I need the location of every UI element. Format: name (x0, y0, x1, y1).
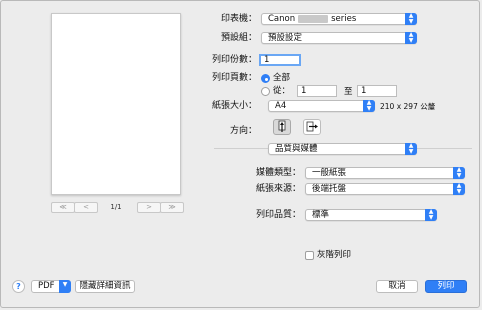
orientation-landscape-button[interactable] (303, 119, 321, 135)
pdf-menu-button[interactable]: PDF ▼ (31, 280, 71, 293)
chevron-updown-icon: ▲ ▼ (405, 32, 417, 44)
paper-size-popup[interactable]: A4 ▲ ▼ (268, 100, 375, 112)
print-quality-label: 列印品質： (255, 210, 301, 220)
presets-value: 預設設定 (268, 33, 303, 43)
orientation-portrait-button[interactable] (273, 119, 291, 135)
printer-popup[interactable]: Canon series ▲ ▼ (261, 13, 417, 25)
presets-label: 預設組： (220, 33, 257, 43)
media-type-label: 媒體類型： (255, 168, 301, 178)
copies-label: 列印份數： (211, 55, 257, 65)
copies-field[interactable]: 1 (259, 54, 301, 66)
chevron-down-icon: ▼ (59, 280, 71, 293)
next-page-button[interactable]: > (137, 202, 161, 213)
pages-range-radio[interactable] (261, 87, 270, 96)
chevron-updown-icon: ▲ ▼ (453, 167, 465, 179)
pages-from-label: 從： (273, 86, 291, 96)
chevron-updown-icon: ▲ ▼ (453, 183, 465, 195)
pdf-label: PDF (38, 281, 55, 291)
presets-popup[interactable]: 預設設定 ▲ ▼ (261, 32, 417, 44)
paper-source-popup[interactable]: 後端托盤 ▲ ▼ (305, 183, 465, 195)
page-preview (51, 13, 181, 195)
portrait-icon (278, 120, 286, 132)
grayscale-label: 灰階列印 (317, 250, 352, 260)
pages-label: 列印頁數： (211, 73, 257, 83)
section-value: 品質與媒體 (275, 144, 318, 154)
paper-source-value: 後端托盤 (312, 184, 347, 194)
chevron-updown-icon: ▲ ▼ (405, 13, 417, 25)
paper-size-label: 紙張大小： (211, 101, 257, 111)
last-page-button[interactable]: ≫ (160, 202, 184, 213)
pages-from-field[interactable]: 1 (297, 85, 337, 97)
pages-to-field[interactable]: 1 (357, 85, 397, 97)
print-button[interactable]: 列印 (425, 280, 467, 293)
paper-source-label: 紙張來源： (255, 184, 301, 194)
printer-name-suffix: series (331, 14, 357, 24)
media-type-popup[interactable]: 一般紙張 ▲ ▼ (305, 167, 465, 179)
paper-size-value: A4 (275, 101, 287, 111)
pages-all-radio[interactable] (261, 74, 270, 83)
cancel-button[interactable]: 取消 (376, 280, 418, 293)
help-button[interactable]: ? (12, 280, 25, 293)
chevron-updown-icon: ▲ ▼ (363, 100, 375, 112)
preview-pager: ≪ < 1/1 > ≫ (51, 202, 184, 213)
paper-dimensions: 210 x 297 公釐 (380, 102, 436, 111)
pages-to-label: 至 (344, 87, 353, 97)
orientation-label: 方向： (229, 126, 257, 136)
print-quality-value: 標準 (312, 210, 330, 220)
hide-details-button[interactable]: 隱藏詳細資訊 (75, 280, 135, 293)
print-dialog: ≪ < 1/1 > ≫ 印表機： Canon series ▲ ▼ 預設組： 預設設… (0, 0, 480, 308)
section-popup[interactable]: 品質與媒體 ▲ ▼ (268, 143, 417, 155)
printer-label: 印表機： (220, 14, 257, 24)
page-indicator: 1/1 (110, 203, 122, 211)
chevron-updown-icon: ▲ ▼ (425, 209, 437, 221)
redacted-model-box (298, 14, 329, 23)
previous-page-button[interactable]: < (74, 202, 98, 213)
pages-all-label: 全部 (273, 73, 291, 83)
first-page-button[interactable]: ≪ (51, 202, 75, 213)
print-quality-popup[interactable]: 標準 ▲ ▼ (305, 209, 437, 221)
printer-name-prefix: Canon (268, 14, 296, 24)
media-type-value: 一般紙張 (312, 168, 347, 178)
landscape-icon (306, 121, 318, 132)
grayscale-checkbox[interactable] (305, 251, 314, 260)
chevron-updown-icon: ▲ ▼ (405, 143, 417, 155)
